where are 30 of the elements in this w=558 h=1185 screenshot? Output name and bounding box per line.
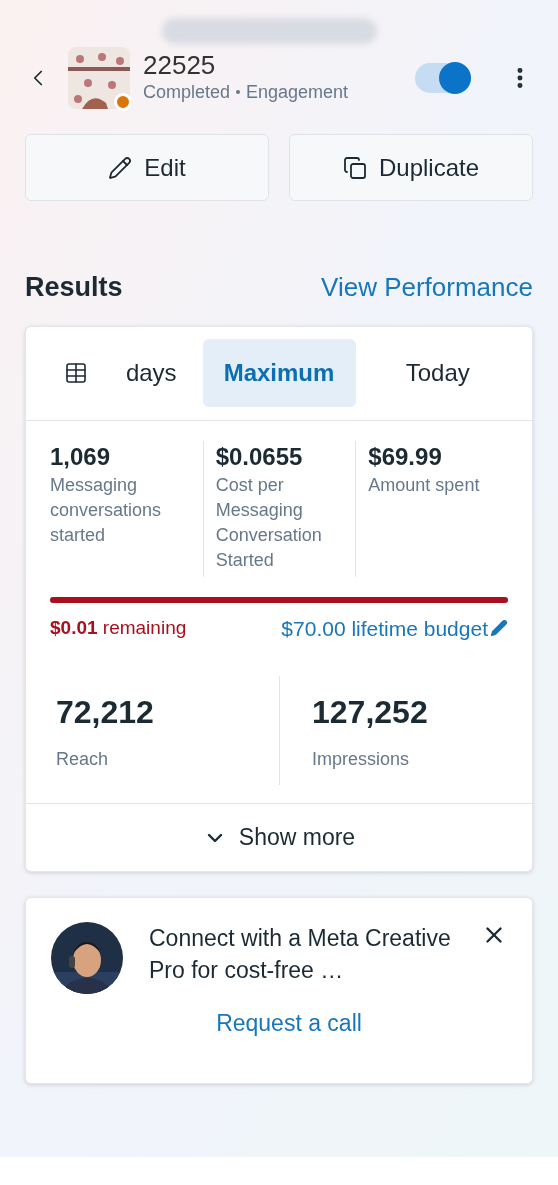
duplicate-button[interactable]: Duplicate — [289, 134, 533, 201]
campaign-title: 22525 — [143, 50, 217, 79]
pencil-icon — [108, 155, 133, 180]
show-more-button[interactable]: Show more — [26, 803, 532, 871]
metric-value: $0.0655 — [215, 441, 304, 472]
date-range-tab[interactable]: days — [38, 339, 203, 407]
toggle-switch[interactable] — [415, 63, 471, 93]
stat-label: Reach — [56, 748, 110, 771]
metric-label: Amount spent — [368, 473, 481, 497]
copy-icon — [342, 155, 367, 180]
stat-value: 72,212 — [56, 693, 155, 732]
budget-remaining: $0.01 remaining — [50, 616, 187, 640]
stat-label: Impressions — [312, 748, 411, 771]
metric-label: Cost per Messaging Conversation Started — [215, 473, 323, 572]
pencil-icon — [490, 619, 508, 638]
promo-text: Connect with a Meta Creative Pro for cost-free … — [149, 924, 452, 985]
date-range-tab[interactable]: Maximum — [202, 339, 356, 407]
metric-value: 1,069 — [50, 441, 112, 472]
calendar-icon — [63, 361, 88, 385]
metric-value: $69.99 — [368, 441, 443, 472]
date-range-tab[interactable]: Today — [355, 339, 520, 407]
request-call-link[interactable]: Request a call — [216, 1006, 362, 1041]
edit-button[interactable]: Edit — [25, 134, 269, 201]
stat-value: 127,252 — [312, 693, 429, 732]
metric-label: Messaging conversations started — [50, 473, 163, 547]
section-title: Results — [25, 271, 123, 304]
objective-text: Engagement — [246, 80, 349, 104]
view-performance-link[interactable]: View Performance — [321, 267, 533, 307]
status-text: Completed — [143, 80, 231, 104]
lifetime-budget-button[interactable]: $70.00 lifetime budget — [281, 612, 508, 644]
